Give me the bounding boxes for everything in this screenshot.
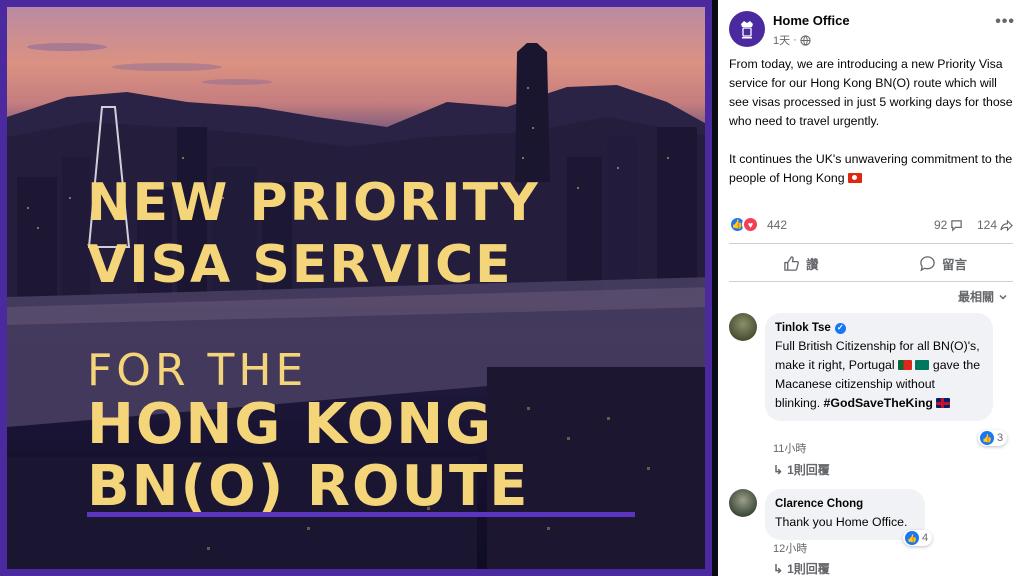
comment-bubble: Clarence Chong Thank you Home Office.: [765, 489, 925, 540]
comment-like-count[interactable]: 👍 4: [903, 530, 933, 546]
comment-sort-dropdown[interactable]: 最相關: [958, 288, 1008, 305]
shares-count[interactable]: 124: [977, 218, 1013, 232]
post-header: Home Office 1天 · •••: [729, 10, 1019, 50]
headline-new-priority: NEW PRIORITY: [87, 173, 540, 233]
post-paragraph-1: From today, we are introducing a new Pri…: [729, 57, 1013, 128]
headline-bno-route: BN(O) ROUTE: [87, 454, 530, 519]
post-text: From today, we are introducing a new Pri…: [729, 55, 1019, 207]
chevron-down-icon: [999, 294, 1007, 300]
headline-visa-service: VISA SERVICE: [87, 235, 513, 295]
more-icon[interactable]: •••: [995, 13, 1015, 31]
comments-count[interactable]: 92: [934, 218, 963, 232]
headline-hong-kong: HONG KONG: [87, 392, 494, 457]
macau-flag-icon: [915, 360, 930, 370]
commenter-name[interactable]: Clarence Chong: [775, 497, 915, 511]
divider: [729, 243, 1013, 244]
comment-bubble-icon: [951, 219, 963, 232]
headline-for-the: FOR THE: [87, 345, 308, 396]
comment-bubble: Tinlok Tse ✓ Full British Citizenship fo…: [765, 313, 993, 421]
like-button[interactable]: 讚: [783, 254, 819, 273]
hashtag-link[interactable]: #GodSaveTheKing: [824, 396, 933, 410]
portugal-flag-icon: [898, 360, 913, 370]
commenter-name[interactable]: Tinlok Tse ✓: [775, 321, 983, 335]
post-panel: Home Office 1天 · ••• From today, we are …: [718, 0, 1024, 576]
thumbs-up-icon: [784, 256, 799, 271]
reaction-icons[interactable]: 👍 ♥: [729, 216, 759, 233]
reply-arrow-icon: ↳: [773, 462, 784, 477]
comment-time[interactable]: 12小時: [773, 540, 807, 556]
post-time[interactable]: 1天: [773, 32, 790, 48]
comment-item: Tinlok Tse ✓ Full British Citizenship fo…: [729, 313, 1019, 477]
comment-item: Clarence Chong Thank you Home Office. 👍 …: [729, 489, 1019, 576]
commenter-avatar[interactable]: [729, 313, 757, 341]
post-meta: 1天 ·: [773, 32, 811, 48]
love-reaction-icon: ♥: [742, 216, 759, 233]
like-reaction-icon: 👍: [905, 531, 919, 545]
reply-arrow-icon: ↳: [773, 561, 784, 576]
comment-like-count[interactable]: 👍 3: [978, 430, 1008, 446]
comment-text: Full British Citizenship for all BN(O)'s…: [775, 339, 981, 410]
comment-button-label: 留言: [942, 258, 968, 272]
share-arrow-icon: [1000, 219, 1013, 231]
view-replies-link[interactable]: ↳ 1則回覆: [773, 461, 830, 478]
post-paragraph-2: It continues the UK's unwavering commitm…: [729, 152, 1013, 185]
view-replies-link[interactable]: ↳ 1則回覆: [773, 560, 830, 576]
reactions-count[interactable]: 442: [767, 218, 787, 232]
globe-icon: [800, 34, 811, 46]
sort-label: 最相關: [958, 290, 995, 304]
post-actions: 讚 留言: [729, 250, 1013, 278]
divider: [729, 281, 1013, 282]
reactions-bar: 👍 ♥ 442 92 124: [729, 214, 1015, 236]
comment-time[interactable]: 11小時: [773, 440, 806, 456]
like-reaction-icon: 👍: [980, 431, 994, 445]
like-button-label: 讚: [806, 258, 819, 272]
headline-underline: [87, 512, 635, 517]
page-name[interactable]: Home Office: [773, 13, 850, 28]
royal-crest-icon: [741, 21, 753, 39]
post-image[interactable]: NEW PRIORITY VISA SERVICE FOR THE HONG K…: [0, 0, 712, 576]
commenter-avatar[interactable]: [729, 489, 757, 517]
comment-button[interactable]: 留言: [919, 254, 967, 273]
verified-badge-icon: ✓: [834, 322, 846, 334]
hong-kong-flag-icon: [847, 173, 862, 183]
comment-icon: [920, 256, 935, 272]
page-avatar[interactable]: [729, 11, 765, 47]
uk-flag-icon: [936, 398, 951, 408]
comment-text: Thank you Home Office.: [775, 515, 908, 529]
